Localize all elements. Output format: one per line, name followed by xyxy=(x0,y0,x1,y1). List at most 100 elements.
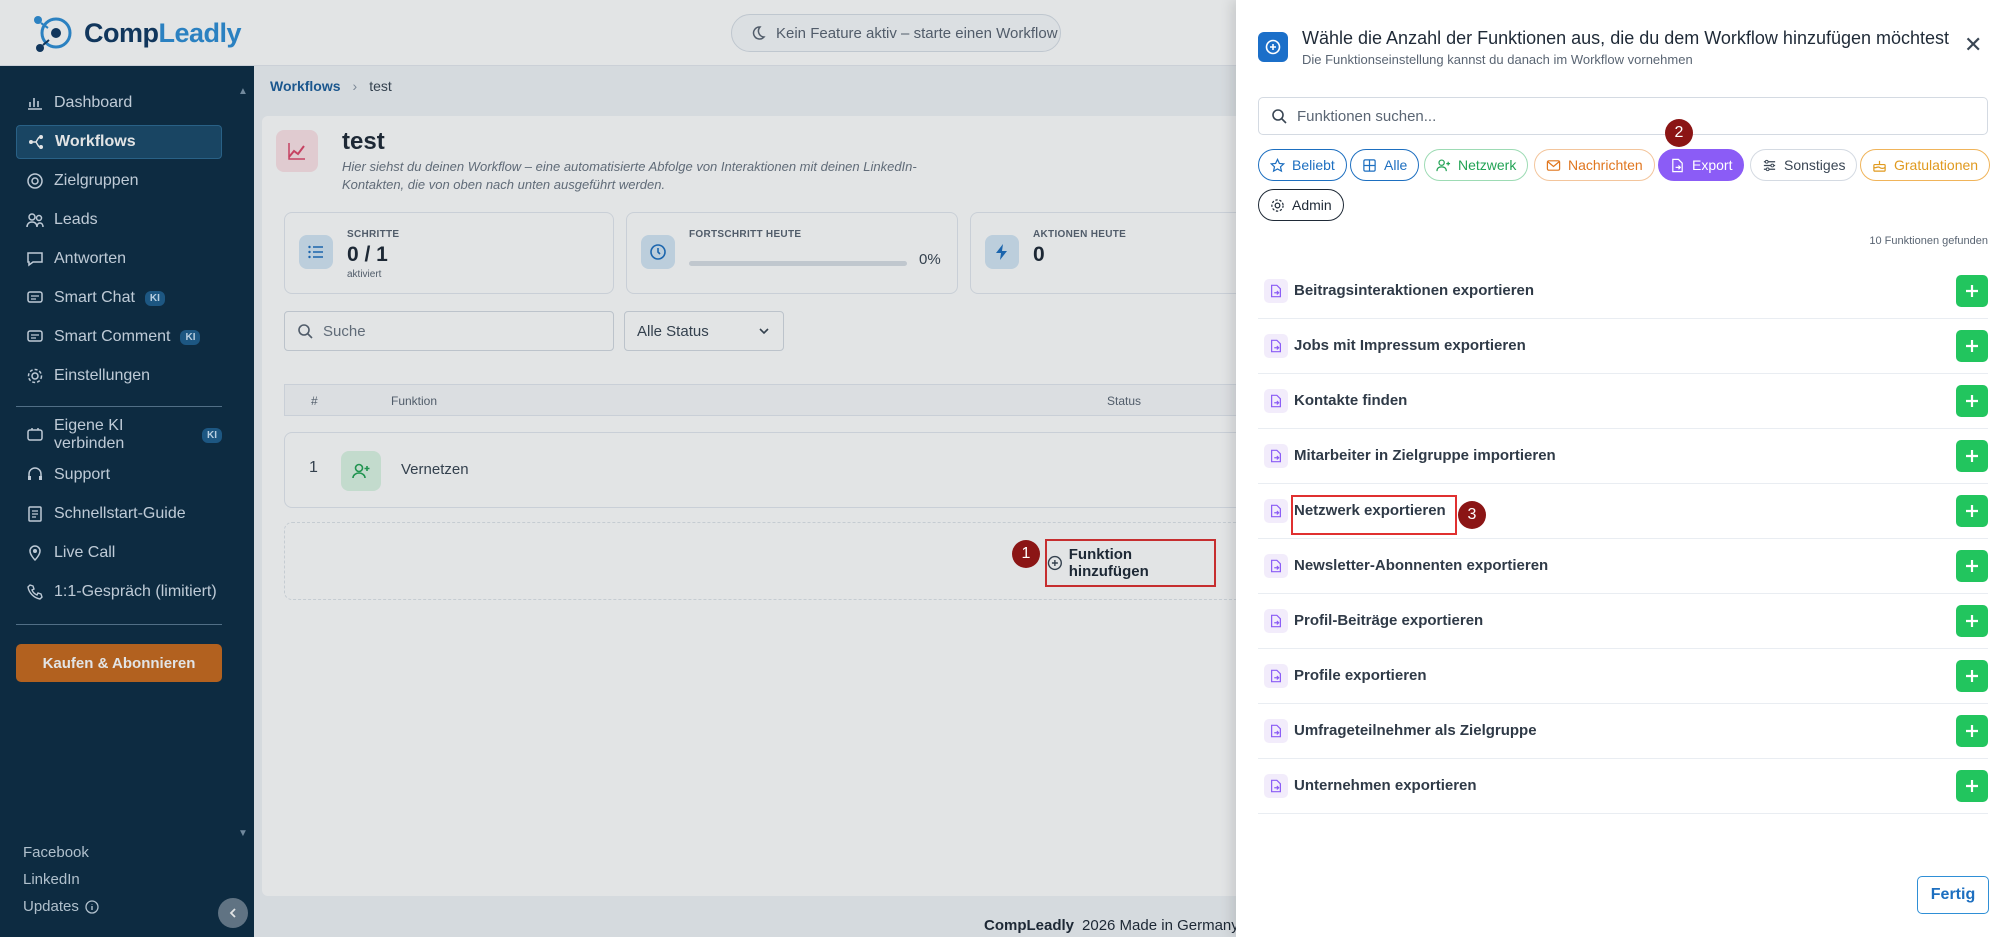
function-row[interactable]: Profile exportieren xyxy=(1258,649,1988,704)
scroll-up-icon[interactable]: ▲ xyxy=(238,86,248,97)
workflow-title: test xyxy=(342,128,385,155)
function-row[interactable]: Mitarbeiter in Zielgruppe importieren xyxy=(1258,429,1988,484)
scroll-down-icon[interactable]: ▼ xyxy=(238,828,248,839)
sidebar-item-gespraech[interactable]: 1:1-Gespräch (limitiert) xyxy=(16,575,222,609)
sidebar-item-smart-chat[interactable]: Smart Chat KI xyxy=(16,281,222,315)
file-export-icon xyxy=(1264,334,1288,358)
close-icon[interactable]: ✕ xyxy=(1964,32,1982,58)
users-icon xyxy=(26,213,44,228)
pin-icon xyxy=(29,545,41,562)
plus-icon xyxy=(1966,505,1978,517)
function-label: Umfrageteilnehmer als Zielgruppe xyxy=(1294,722,1537,739)
function-row[interactable]: Umfrageteilnehmer als Zielgruppe xyxy=(1258,704,1988,759)
breadcrumb-separator: › xyxy=(352,78,358,94)
column-header-status: Status xyxy=(1107,394,1142,408)
step-marker-3: 3 xyxy=(1458,501,1486,529)
steps-value: 0 / 1 xyxy=(347,243,388,266)
filter-chip-alle[interactable]: Alle xyxy=(1350,149,1420,181)
breadcrumb-root[interactable]: Workflows xyxy=(270,78,341,94)
status-filter-select[interactable]: Alle Status xyxy=(624,311,784,351)
add-function-drawer: Wähle die Anzahl der Funktionen aus, die… xyxy=(1236,0,2013,937)
collapse-sidebar-button[interactable] xyxy=(218,898,248,928)
app-logo[interactable]: CompLeadly xyxy=(30,12,242,54)
sidebar-item-support[interactable]: Support xyxy=(16,458,222,492)
filter-chip-netzwerk[interactable]: Netzwerk xyxy=(1424,149,1529,181)
logo-text: CompLeadly xyxy=(84,17,242,48)
steps-sub: aktiviert xyxy=(347,269,382,280)
add-function-plus-button[interactable] xyxy=(1956,330,1988,362)
function-search-input[interactable]: Funktionen suchen... xyxy=(1258,97,1988,135)
support-icon xyxy=(28,467,42,480)
sidebar-item-workflows[interactable]: Workflows xyxy=(16,125,222,159)
plus-icon xyxy=(1966,670,1978,682)
function-label: Newsletter-Abonnenten exportieren xyxy=(1294,557,1549,574)
plus-icon xyxy=(1966,340,1978,352)
filter-chip-nachrichten[interactable]: Nachrichten xyxy=(1534,149,1655,181)
sidebar-item-smart-comment[interactable]: Smart Comment KI xyxy=(16,320,222,354)
filter-chip-sonstiges[interactable]: Sonstiges xyxy=(1750,149,1858,181)
sidebar-item-schnellstart[interactable]: Schnellstart-Guide xyxy=(16,497,222,531)
file-export-icon xyxy=(1672,158,1683,172)
sidebar-item-dashboard[interactable]: Dashboard xyxy=(16,86,222,120)
add-function-plus-button[interactable] xyxy=(1956,660,1988,692)
done-button[interactable]: Fertig xyxy=(1917,876,1989,914)
sidebar-item-antworten[interactable]: Antworten xyxy=(16,242,222,276)
sliders-icon xyxy=(1763,159,1776,171)
progress-bar xyxy=(689,261,907,266)
function-row[interactable]: Newsletter-Abonnenten exportieren xyxy=(1258,539,1988,594)
message-icon xyxy=(27,252,43,267)
sidebar-item-zielgruppen[interactable]: Zielgruppen xyxy=(16,164,222,198)
add-function-plus-button[interactable] xyxy=(1956,715,1988,747)
file-export-icon xyxy=(1264,389,1288,413)
add-function-plus-button[interactable] xyxy=(1956,770,1988,802)
add-function-plus-button[interactable] xyxy=(1956,440,1988,472)
function-row[interactable]: Jobs mit Impressum exportieren xyxy=(1258,319,1988,374)
plus-icon xyxy=(1966,285,1978,297)
plus-circle-icon xyxy=(1258,32,1288,62)
filter-chip-beliebt[interactable]: Beliebt xyxy=(1258,149,1347,181)
table-header: # Funktion Status xyxy=(284,384,1262,416)
add-function-button[interactable]: Funktion hinzufügen xyxy=(1045,539,1216,587)
step-marker-2: 2 xyxy=(1665,119,1693,147)
sidebar-item-eigene-ki[interactable]: Eigene KI verbinden KI xyxy=(16,417,222,452)
plus-circle-icon xyxy=(1047,555,1062,571)
linkedin-link[interactable]: LinkedIn xyxy=(23,871,80,888)
add-function-plus-button[interactable] xyxy=(1956,495,1988,527)
search-icon xyxy=(1272,109,1287,124)
function-row[interactable]: Unternehmen exportieren xyxy=(1258,759,1988,814)
function-label: Kontakte finden xyxy=(1294,392,1408,409)
function-label: Profile exportieren xyxy=(1294,667,1427,684)
sidebar-item-leads[interactable]: Leads xyxy=(16,203,222,237)
filter-chip-gratulationen[interactable]: Gratulationen xyxy=(1860,149,1991,181)
drawer-title: Wähle die Anzahl der Funktionen aus, die… xyxy=(1302,28,1950,48)
function-label: Beitragsinteraktionen exportieren xyxy=(1294,282,1535,299)
function-row[interactable]: Beitragsinteraktionen exportieren xyxy=(1258,264,1988,319)
buy-subscribe-button[interactable]: Kaufen & Abonnieren xyxy=(16,644,222,682)
info-icon xyxy=(85,899,99,914)
facebook-link[interactable]: Facebook xyxy=(23,844,89,861)
add-function-plus-button[interactable] xyxy=(1956,550,1988,582)
filter-chip-export[interactable]: Export xyxy=(1658,149,1745,181)
function-label: Mitarbeiter in Zielgruppe importieren xyxy=(1294,447,1556,464)
add-function-plus-button[interactable] xyxy=(1956,385,1988,417)
filter-chip-admin[interactable]: Admin xyxy=(1258,189,1344,221)
workflow-search-input[interactable]: Suche xyxy=(284,311,614,351)
add-function-plus-button[interactable] xyxy=(1956,605,1988,637)
sidebar-item-einstellungen[interactable]: Einstellungen xyxy=(16,359,222,393)
function-row[interactable]: Profil-Beiträge exportieren xyxy=(1258,594,1988,649)
file-export-icon xyxy=(1264,554,1288,578)
updates-link[interactable]: Updates xyxy=(23,898,99,915)
table-row[interactable]: 1 Vernetzen xyxy=(284,432,1262,508)
function-label: Profil-Beiträge exportieren xyxy=(1294,612,1484,629)
function-row[interactable]: Kontakte finden xyxy=(1258,374,1988,429)
dashboard-icon xyxy=(28,98,42,110)
plus-icon xyxy=(1966,560,1978,572)
function-label: Jobs mit Impressum exportieren xyxy=(1294,337,1526,354)
sidebar-divider xyxy=(16,624,222,625)
add-function-plus-button[interactable] xyxy=(1956,275,1988,307)
sidebar-item-live-call[interactable]: Live Call xyxy=(16,536,222,570)
user-plus-icon xyxy=(1436,158,1451,171)
bolt-icon xyxy=(985,235,1019,269)
file-export-icon xyxy=(1264,664,1288,688)
feature-status-text: Kein Feature aktiv – starte einen Workfl… xyxy=(776,24,1058,42)
